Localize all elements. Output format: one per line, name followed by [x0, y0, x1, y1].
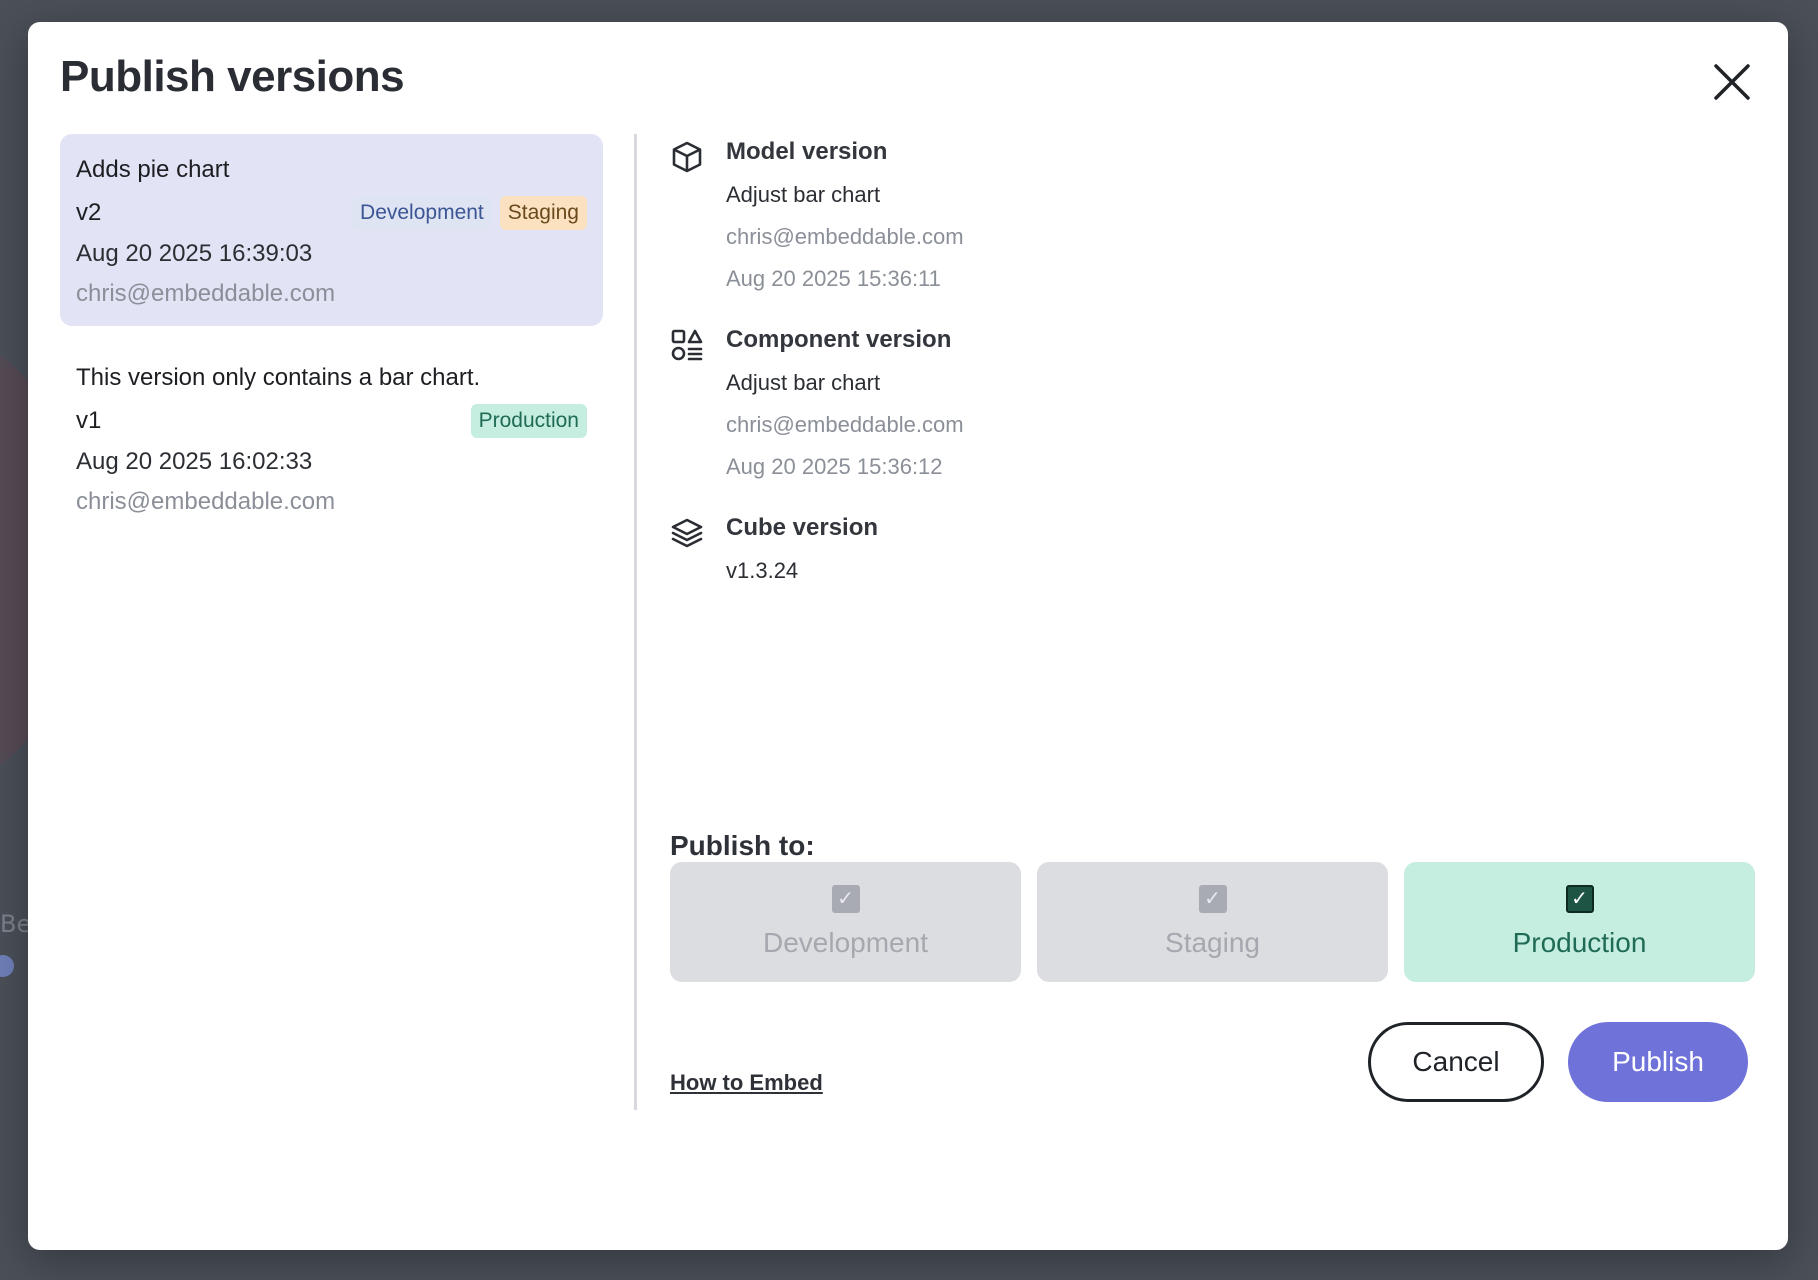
model-version-title: Model version	[726, 138, 888, 165]
modal-title: Publish versions	[60, 52, 405, 101]
cube-version-value: v1.3.24	[726, 558, 799, 583]
model-version-author: chris@embeddable.com	[726, 224, 964, 249]
version-number: v1	[76, 407, 102, 434]
component-version-title: Component version	[726, 326, 952, 353]
version-card-v1[interactable]: This version only contains a bar chart. …	[60, 342, 603, 534]
target-label: Staging	[1165, 927, 1260, 958]
version-author: chris@embeddable.com	[76, 280, 336, 307]
version-author: chris@embeddable.com	[76, 488, 336, 515]
cube-version-section: Cube version v1.3.24	[670, 514, 1750, 584]
close-button[interactable]	[1710, 60, 1754, 104]
component-version-date: Aug 20 2025 15:36:12	[726, 454, 943, 479]
components-icon	[670, 328, 704, 362]
target-label: Development	[763, 927, 928, 958]
version-card-v2[interactable]: Adds pie chart v2 Development Staging Au…	[60, 134, 603, 326]
version-description: Adds pie chart	[76, 156, 230, 183]
component-version-author: chris@embeddable.com	[726, 412, 964, 437]
column-divider	[634, 134, 637, 1110]
cube-version-title: Cube version	[726, 514, 879, 541]
component-version-section: Component version Adjust bar chart chris…	[670, 326, 1750, 480]
versions-list: Adds pie chart v2 Development Staging Au…	[60, 134, 603, 550]
version-description: This version only contains a bar chart.	[76, 364, 481, 391]
publish-targets: ✓ Development ✓ Staging ✓ Production	[670, 862, 1755, 982]
version-details: Model version Adjust bar chart chris@emb…	[670, 134, 1750, 618]
target-label: Production	[1512, 927, 1647, 958]
badge-development: Development	[352, 196, 492, 230]
version-date: Aug 20 2025 16:02:33	[76, 448, 313, 475]
check-icon: ✓	[1565, 885, 1594, 913]
check-icon: ✓	[831, 885, 860, 913]
background-legend-dot	[0, 955, 14, 977]
publish-button[interactable]: Publish	[1568, 1022, 1748, 1102]
cube-icon	[670, 140, 704, 174]
publish-to-heading: Publish to:	[670, 830, 815, 861]
badge-staging: Staging	[499, 196, 587, 230]
how-to-embed-link[interactable]: How to Embed	[670, 1070, 823, 1096]
check-icon: ✓	[1198, 885, 1227, 913]
cancel-button[interactable]: Cancel	[1368, 1022, 1544, 1102]
model-version-section: Model version Adjust bar chart chris@emb…	[670, 138, 1750, 292]
model-version-date: Aug 20 2025 15:36:11	[726, 266, 941, 291]
publish-versions-modal: Publish versions Adds pie chart v2 Devel…	[28, 22, 1788, 1250]
layers-icon	[670, 516, 704, 550]
version-number: v2	[76, 199, 102, 226]
target-production[interactable]: ✓ Production	[1404, 862, 1755, 982]
target-development[interactable]: ✓ Development	[670, 862, 1021, 982]
target-staging[interactable]: ✓ Staging	[1037, 862, 1388, 982]
component-version-description: Adjust bar chart	[726, 370, 881, 395]
badge-production: Production	[470, 404, 587, 438]
close-icon	[1714, 64, 1750, 100]
model-version-description: Adjust bar chart	[726, 182, 881, 207]
version-date: Aug 20 2025 16:39:03	[76, 240, 313, 267]
